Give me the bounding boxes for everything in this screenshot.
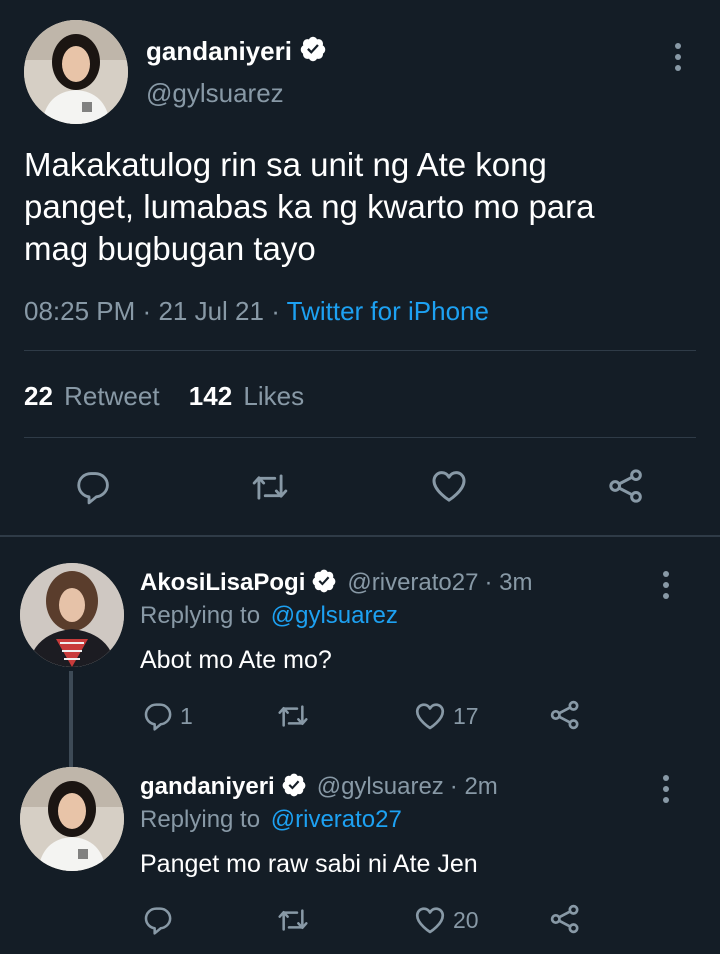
reply-text: Panget mo raw sabi ni Ate Jen (140, 850, 478, 878)
like-icon (432, 471, 466, 502)
replying-to-label: Replying to (140, 602, 261, 629)
like-icon (415, 703, 445, 730)
like-button[interactable]: 17 (413, 699, 479, 733)
tweet-text-line: mag bugbugan tayo (24, 230, 316, 267)
reply-time: · 3m (484, 569, 533, 596)
divider (24, 350, 696, 351)
tweet-text-line: panget, lumabas ka ng kwarto mo para (24, 188, 595, 225)
like-button[interactable] (429, 466, 469, 506)
handle[interactable]: @gylsuarez (317, 773, 444, 801)
retweet-icon (278, 909, 308, 931)
tweet-date: 21 Jul 21 (158, 296, 264, 326)
reply-button[interactable]: 1 (142, 700, 193, 732)
reply-text: Abot mo Ate mo? (140, 646, 332, 674)
like-count: 17 (453, 702, 479, 729)
share-icon (550, 904, 579, 934)
meta-separator: · (142, 296, 152, 326)
share-button[interactable] (548, 902, 582, 936)
avatar[interactable] (24, 20, 128, 124)
more-options-icon[interactable] (662, 775, 670, 803)
replying-to: Replying to @gylsuarez (140, 602, 398, 630)
replying-to-handle-link[interactable]: @gylsuarez (271, 602, 398, 629)
display-name[interactable]: gandaniyeri (140, 773, 275, 801)
retweet-stat[interactable]: 22 Retweet (24, 381, 167, 411)
tweet-stats: 22 Retweet 142 Likes (24, 381, 304, 412)
reply-icon (77, 472, 109, 505)
reply-icon (144, 703, 172, 731)
like-icon (415, 907, 445, 934)
verified-badge-icon (281, 772, 307, 803)
avatar[interactable] (20, 563, 124, 667)
retweet-button[interactable] (250, 468, 290, 506)
replying-to-handle-link[interactable]: @riverato27 (271, 806, 402, 833)
verified-badge-icon (299, 35, 327, 68)
retweet-icon (278, 705, 308, 727)
replying-to-label: Replying to (140, 806, 261, 833)
likes-label: Likes (243, 381, 305, 411)
handle[interactable]: @riverato27 (347, 569, 478, 597)
divider (24, 437, 696, 438)
retweet-button[interactable] (276, 700, 318, 732)
reply-button[interactable] (74, 468, 112, 506)
retweet-button[interactable] (276, 904, 318, 936)
like-count: 20 (453, 906, 479, 933)
more-options-icon[interactable] (674, 43, 682, 71)
tweet-meta: 08:25 PM · 21 Jul 21 · Twitter for iPhon… (24, 296, 489, 327)
display-name[interactable]: gandaniyeri (146, 36, 292, 67)
share-button[interactable] (548, 698, 582, 732)
retweet-count: 22 (24, 381, 53, 411)
share-button[interactable] (606, 466, 646, 506)
likes-stat[interactable]: 142 Likes (189, 381, 304, 411)
handle[interactable]: @gylsuarez (146, 78, 284, 109)
reply-count: 1 (180, 702, 193, 729)
tweet-text-line: Makakatulog rin sa unit ng Ate kong (24, 146, 547, 183)
tweet-time: 08:25 PM (24, 296, 136, 326)
reply-icon (144, 907, 172, 935)
replying-to: Replying to @riverato27 (140, 806, 402, 834)
share-icon (550, 700, 579, 730)
reply-button[interactable] (142, 904, 182, 936)
tweet-text: Makakatulog rin sa unit ng Ate kong pang… (24, 144, 704, 270)
more-options-icon[interactable] (662, 571, 670, 599)
likes-count: 142 (188, 381, 233, 411)
retweet-icon (252, 474, 288, 500)
verified-badge-icon (311, 568, 337, 599)
thread-line (69, 671, 73, 767)
retweet-label: Retweet (64, 381, 160, 411)
meta-separator: · (271, 296, 280, 326)
avatar[interactable] (20, 767, 124, 871)
tweet-source-link[interactable]: Twitter for iPhone (287, 296, 489, 326)
display-name[interactable]: AkosiLisaPogi (140, 569, 305, 597)
share-icon (609, 469, 642, 503)
reply-time: · 2m (449, 773, 498, 800)
like-button[interactable]: 20 (413, 903, 479, 937)
section-divider (0, 535, 720, 537)
